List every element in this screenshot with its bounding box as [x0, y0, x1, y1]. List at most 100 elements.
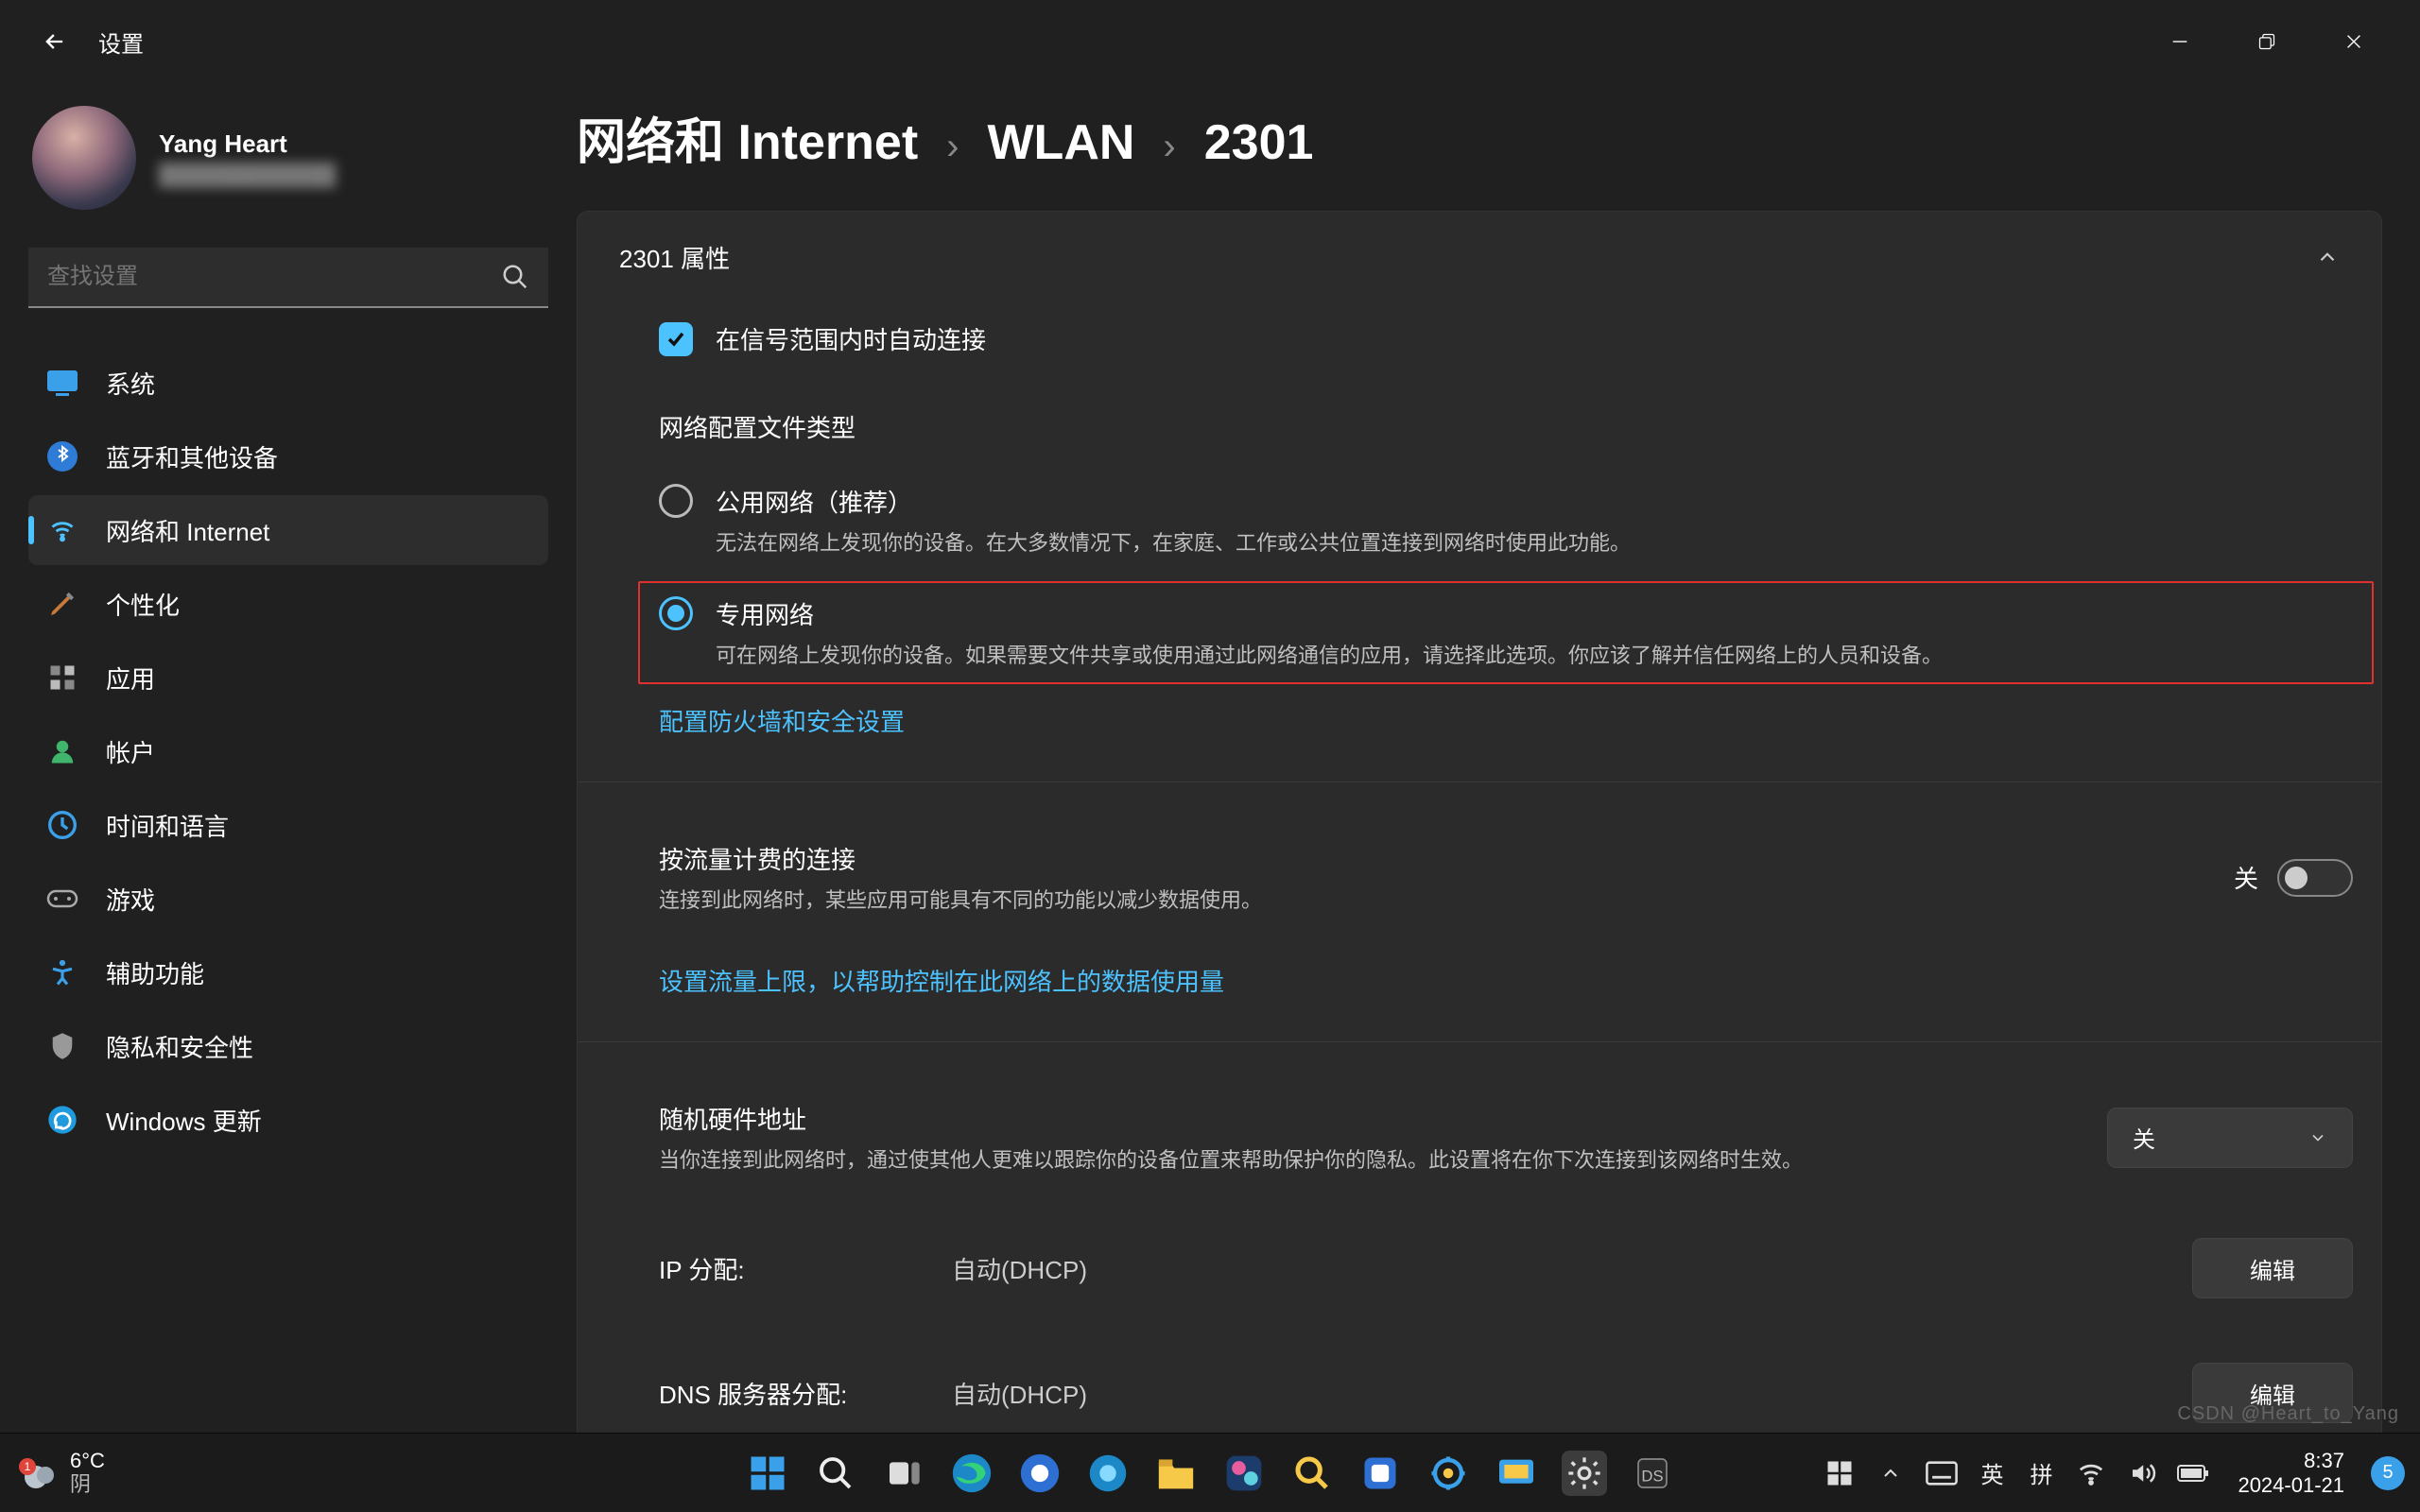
sidebar-item-label: 个性化 [106, 587, 180, 622]
radio-public-network[interactable]: 公用网络（推荐） 无法在网络上发现你的设备。在大多数情况下，在家庭、工作或公共位… [659, 478, 2353, 562]
radio-private-network[interactable]: 专用网络 可在网络上发现你的设备。如果需要文件共享或使用通过此网络通信的应用，请… [659, 596, 2353, 669]
sidebar-item-label: Windows 更新 [106, 1103, 262, 1138]
gamepad-icon [45, 882, 79, 916]
tray-volume-icon[interactable] [2126, 1457, 2158, 1489]
close-button[interactable] [2327, 21, 2380, 62]
sidebar-item-accessibility[interactable]: 辅助功能 [28, 937, 548, 1007]
toggle-switch-off-icon[interactable] [2277, 859, 2353, 897]
temperature-text: 6°C [70, 1450, 105, 1472]
app-icon-2[interactable] [1085, 1451, 1131, 1496]
radio-private-desc: 可在网络上发现你的设备。如果需要文件共享或使用通过此网络通信的应用，请选择此选项… [716, 639, 1943, 669]
chevron-down-icon [2308, 1128, 2327, 1147]
weather-widget[interactable]: 1 6°C 阴 [15, 1450, 105, 1495]
content-pane: 网络和 Internet › WLAN › 2301 2301 属性 在信号范围… [577, 83, 2420, 1433]
minimize-button[interactable] [2153, 21, 2206, 62]
sidebar-item-gaming[interactable]: 游戏 [28, 864, 548, 934]
app-icon-3[interactable] [1221, 1451, 1267, 1496]
sidebar-item-label: 帐户 [106, 734, 155, 769]
taskbar-search-button[interactable] [813, 1451, 858, 1496]
nav-list: 系统 蓝牙和其他设备 网络和 Internet 个性化 应用 帐户 [28, 348, 548, 1155]
sidebar-item-bluetooth[interactable]: 蓝牙和其他设备 [28, 421, 548, 491]
window-title: 设置 [98, 26, 144, 59]
search-icon[interactable] [501, 263, 529, 291]
chevron-up-icon [2315, 245, 2340, 269]
random-mac-desc: 当你连接到此网络时，通过使其他人更难以跟踪你的设备位置来帮助保护你的隐私。此设置… [659, 1143, 2107, 1174]
dns-label: DNS 服务器分配: [659, 1376, 952, 1411]
properties-card: 2301 属性 在信号范围内时自动连接 网络配置文件类型 公用网络（推荐） 无法… [577, 211, 2382, 1512]
notification-badge[interactable]: 5 [2371, 1456, 2405, 1490]
app-icon-8[interactable]: DS [1630, 1451, 1675, 1496]
profile-name: Yang Heart [159, 129, 336, 159]
metered-toggle-group[interactable]: 关 [2234, 859, 2353, 897]
app-icon-6[interactable] [1426, 1451, 1471, 1496]
profile-type-heading: 网络配置文件类型 [659, 409, 2353, 444]
taskbar-center: DS [745, 1451, 1675, 1496]
clock-time: 8:37 [2304, 1449, 2344, 1472]
metered-title: 按流量计费的连接 [659, 841, 2234, 876]
sidebar-item-network[interactable]: 网络和 Internet [28, 495, 548, 565]
auto-connect-row[interactable]: 在信号范围内时自动连接 [659, 321, 2353, 356]
sidebar-item-label: 网络和 Internet [106, 513, 269, 548]
card-header-toggle[interactable]: 2301 属性 [578, 212, 2381, 302]
tray-wifi-icon[interactable] [2075, 1457, 2107, 1489]
ip-label: IP 分配: [659, 1251, 952, 1286]
checkmark-icon [665, 328, 687, 351]
radio-public-desc: 无法在网络上发现你的设备。在大多数情况下，在家庭、工作或公共位置连接到网络时使用… [716, 526, 1631, 557]
tray-battery-icon[interactable] [2177, 1457, 2209, 1489]
back-button[interactable] [36, 23, 74, 60]
clock-globe-icon [45, 808, 79, 842]
random-mac-row: 随机硬件地址 当你连接到此网络时，通过使其他人更难以跟踪你的设备位置来帮助保护你… [659, 1086, 2353, 1189]
data-limit-link[interactable]: 设置流量上限，以帮助控制在此网络上的数据使用量 [659, 963, 2353, 998]
metered-desc: 连接到此网络时，某些应用可能具有不同的功能以减少数据使用。 [659, 884, 2234, 914]
sidebar-item-time-language[interactable]: 时间和语言 [28, 790, 548, 860]
edge-icon[interactable] [949, 1451, 994, 1496]
sidebar-item-label: 蓝牙和其他设备 [106, 439, 278, 474]
sidebar-item-update[interactable]: Windows 更新 [28, 1085, 548, 1155]
sidebar-item-label: 系统 [106, 366, 155, 401]
sidebar-item-label: 时间和语言 [106, 808, 229, 843]
wifi-icon [45, 513, 79, 547]
file-explorer-icon[interactable] [1153, 1451, 1199, 1496]
start-button[interactable] [745, 1451, 790, 1496]
paintbrush-icon [45, 587, 79, 621]
sidebar-item-apps[interactable]: 应用 [28, 643, 548, 713]
radio-button-checked-icon [659, 596, 693, 630]
divider [578, 1041, 2381, 1042]
clock-date: 2024-01-21 [2238, 1473, 2344, 1497]
tray-keyboard-icon[interactable] [1926, 1457, 1958, 1489]
taskbar-clock[interactable]: 8:37 2024-01-21 [2238, 1449, 2344, 1497]
maximize-button[interactable] [2240, 21, 2293, 62]
breadcrumb-network[interactable]: 网络和 Internet [577, 102, 918, 173]
ime-language[interactable]: 英 [1977, 1456, 2007, 1489]
tray-app-icon[interactable] [1824, 1457, 1856, 1489]
maximize-icon [2257, 32, 2276, 51]
svg-text:DS: DS [1641, 1467, 1663, 1485]
app-icon-4[interactable] [1289, 1451, 1335, 1496]
ip-edit-button[interactable]: 编辑 [2192, 1238, 2353, 1298]
sidebar-item-accounts[interactable]: 帐户 [28, 716, 548, 786]
sidebar-item-label: 隐私和安全性 [106, 1029, 253, 1064]
random-mac-dropdown[interactable]: 关 [2107, 1108, 2353, 1168]
sidebar-item-personalization[interactable]: 个性化 [28, 569, 548, 639]
firewall-settings-link[interactable]: 配置防火墙和安全设置 [659, 703, 2353, 738]
sidebar-item-system[interactable]: 系统 [28, 348, 548, 418]
tray-chevron-up-icon[interactable] [1875, 1457, 1907, 1489]
sidebar-item-label: 游戏 [106, 882, 155, 917]
sidebar-item-privacy[interactable]: 隐私和安全性 [28, 1011, 548, 1081]
search-input[interactable] [28, 248, 548, 308]
auto-connect-label: 在信号范围内时自动连接 [716, 321, 986, 356]
auto-connect-checkbox[interactable] [659, 322, 693, 356]
ime-mode[interactable]: 拼 [2026, 1456, 2056, 1489]
app-icon-1[interactable] [1017, 1451, 1063, 1496]
app-icon-5[interactable] [1357, 1451, 1403, 1496]
apps-icon [45, 661, 79, 695]
random-mac-title: 随机硬件地址 [659, 1101, 2107, 1136]
breadcrumb: 网络和 Internet › WLAN › 2301 [577, 102, 2382, 173]
profile-block[interactable]: Yang Heart ████████████ [32, 106, 548, 210]
settings-app-icon[interactable] [1562, 1451, 1607, 1496]
task-view-button[interactable] [881, 1451, 926, 1496]
settings-sidebar: Yang Heart ████████████ 系统 蓝牙和其他设备 网络和 I… [0, 83, 577, 1433]
breadcrumb-wlan[interactable]: WLAN [987, 114, 1134, 171]
app-icon-7[interactable] [1494, 1451, 1539, 1496]
metered-connection-row: 按流量计费的连接 连接到此网络时，某些应用可能具有不同的功能以减少数据使用。 关 [659, 826, 2353, 929]
